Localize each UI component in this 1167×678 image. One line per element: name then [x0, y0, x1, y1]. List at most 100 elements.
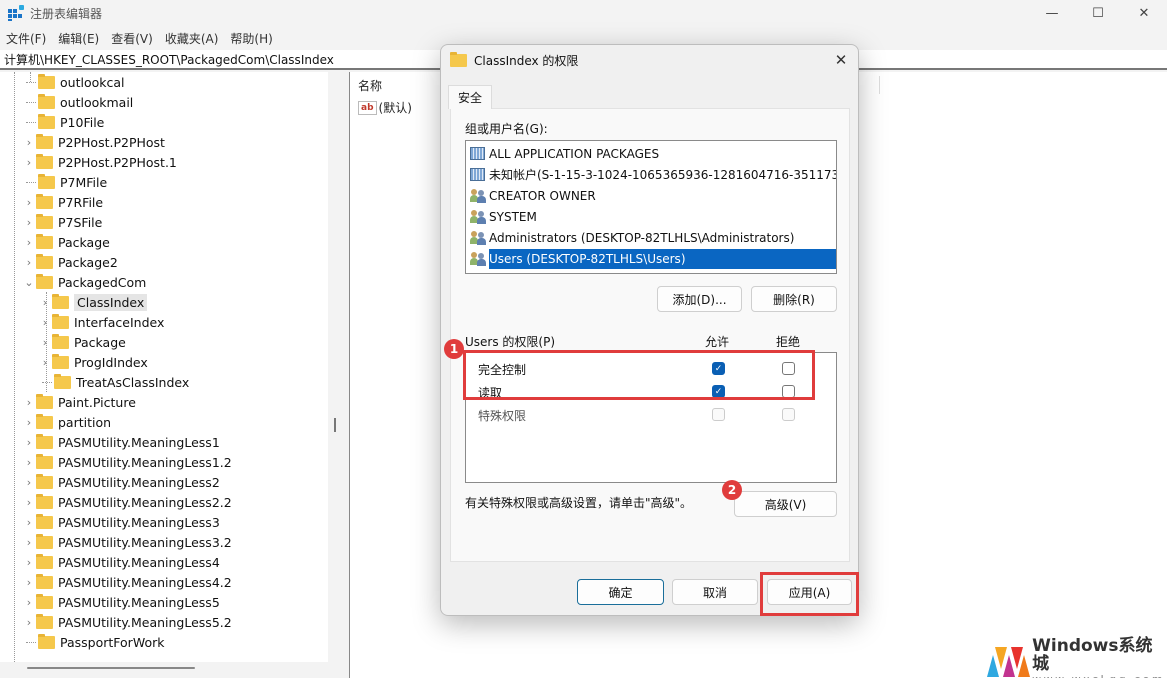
- ok-button[interactable]: 确定: [577, 579, 664, 605]
- group-or-user-label: 组或用户名(G):: [465, 122, 548, 136]
- chevron-right-icon[interactable]: ›: [38, 356, 52, 369]
- tab-security[interactable]: 安全: [448, 85, 492, 109]
- chevron-right-icon[interactable]: ›: [22, 396, 36, 409]
- user-list-item[interactable]: Users (DESKTOP-82TLHLS\Users): [470, 248, 836, 269]
- chevron-right-icon[interactable]: ›: [22, 496, 36, 509]
- tree-item[interactable]: P7MFile: [22, 172, 107, 192]
- chevron-right-icon[interactable]: ›: [38, 336, 52, 349]
- tree-item[interactable]: › Package: [38, 332, 126, 352]
- tree-item[interactable]: › PASMUtility.MeaningLess1: [22, 432, 220, 452]
- chevron-right-icon[interactable]: ›: [22, 576, 36, 589]
- dialog-close-button[interactable]: ✕: [830, 49, 852, 71]
- user-list-item[interactable]: SYSTEM: [470, 206, 836, 227]
- tree-item[interactable]: › PASMUtility.MeaningLess5: [22, 592, 220, 612]
- chevron-right-icon[interactable]: ›: [38, 296, 52, 309]
- tree-item-label: P7MFile: [60, 174, 108, 190]
- folder-icon: [52, 333, 69, 349]
- tree-item[interactable]: › P7SFile: [22, 212, 102, 232]
- user-name: Users (DESKTOP-82TLHLS\Users): [489, 248, 836, 269]
- tree-item[interactable]: › P7RFile: [22, 192, 103, 212]
- tree-item[interactable]: › Package2: [22, 252, 118, 272]
- tree-item[interactable]: › Paint.Picture: [22, 392, 136, 412]
- column-separator[interactable]: [879, 76, 880, 94]
- add-button[interactable]: 添加(D)...: [657, 286, 742, 312]
- tree-item[interactable]: outlookmail: [22, 92, 133, 112]
- address-path: 计算机\HKEY_CLASSES_ROOT\PackagedCom\ClassI…: [4, 52, 334, 67]
- chevron-right-icon[interactable]: ›: [22, 556, 36, 569]
- chevron-right-icon[interactable]: ›: [22, 416, 36, 429]
- chevron-right-icon[interactable]: ›: [22, 156, 36, 169]
- tree-item[interactable]: › PASMUtility.MeaningLess4: [22, 552, 220, 572]
- tree-item[interactable]: › ProgIdIndex: [38, 352, 148, 372]
- chevron-right-icon[interactable]: ›: [22, 136, 36, 149]
- tree-item[interactable]: P10File: [22, 112, 104, 132]
- chevron-right-icon[interactable]: ›: [22, 536, 36, 549]
- tree-item[interactable]: PassportForWork: [22, 632, 164, 652]
- tree-item[interactable]: › InterfaceIndex: [38, 312, 164, 332]
- chevron-right-icon[interactable]: ›: [22, 596, 36, 609]
- user-list-item[interactable]: 未知帐户(S-1-15-3-1024-1065365936-1281604716…: [470, 164, 836, 185]
- menu-help[interactable]: 帮助(H): [224, 30, 278, 47]
- maximize-button[interactable]: ☐: [1075, 0, 1121, 26]
- chevron-right-icon[interactable]: ›: [22, 216, 36, 229]
- tree-item[interactable]: › partition: [22, 412, 111, 432]
- tree-item-label: Package: [74, 334, 126, 350]
- tree-item[interactable]: › PASMUtility.MeaningLess4.2: [22, 572, 232, 592]
- tree-connector: [26, 81, 36, 83]
- tree-item-label: PASMUtility.MeaningLess2.2: [58, 494, 232, 510]
- security-tab-panel: 组或用户名(G): ALL APPLICATION PACKAGES 未知帐户(S…: [450, 108, 850, 562]
- tree-item[interactable]: › P2PHost.P2PHost.1: [22, 152, 177, 172]
- user-name: CREATOR OWNER: [489, 188, 596, 203]
- close-button[interactable]: ✕: [1121, 0, 1167, 26]
- tree-item[interactable]: TreatAsClassIndex: [38, 372, 189, 392]
- minimize-button[interactable]: —: [1029, 0, 1075, 26]
- chevron-down-icon[interactable]: ⌄: [22, 276, 36, 289]
- package-icon: [470, 168, 485, 181]
- tree-item[interactable]: › PASMUtility.MeaningLess5.2: [22, 612, 232, 632]
- tree-item[interactable]: › Package: [22, 232, 110, 252]
- chevron-right-icon[interactable]: ›: [38, 316, 52, 329]
- folder-icon: [36, 553, 53, 569]
- deny-header: 拒绝: [776, 335, 801, 349]
- user-list-item[interactable]: ALL APPLICATION PACKAGES: [470, 143, 836, 164]
- menu-file[interactable]: 文件(F): [0, 30, 52, 47]
- tree-item[interactable]: outlookcal: [22, 72, 124, 92]
- chevron-right-icon[interactable]: ›: [22, 516, 36, 529]
- tree-item[interactable]: › P2PHost.P2PHost: [22, 132, 165, 152]
- tree-item[interactable]: › PASMUtility.MeaningLess2.2: [22, 492, 232, 512]
- tree-item[interactable]: › PASMUtility.MeaningLess3.2: [22, 532, 232, 552]
- advanced-button[interactable]: 高级(V): [734, 491, 837, 517]
- tree-item[interactable]: › ClassIndex: [38, 292, 148, 312]
- menu-view[interactable]: 查看(V): [105, 30, 159, 47]
- remove-button[interactable]: 删除(R): [751, 286, 837, 312]
- users-list[interactable]: ALL APPLICATION PACKAGES 未知帐户(S-1-15-3-10…: [465, 140, 837, 274]
- tree-horizontal-scrollbar[interactable]: [0, 662, 348, 678]
- user-list-item[interactable]: CREATOR OWNER: [470, 185, 836, 206]
- tree-item[interactable]: › PASMUtility.MeaningLess2: [22, 472, 220, 492]
- cancel-button[interactable]: 取消: [672, 579, 758, 605]
- pane-splitter[interactable]: [334, 418, 336, 432]
- value-row[interactable]: ab (默认): [358, 99, 412, 116]
- chevron-right-icon[interactable]: ›: [22, 456, 36, 469]
- menu-edit[interactable]: 编辑(E): [52, 30, 105, 47]
- tree-item[interactable]: › PASMUtility.MeaningLess1.2: [22, 452, 232, 472]
- tree-item[interactable]: › PASMUtility.MeaningLess3: [22, 512, 220, 532]
- tree-item-label: Package: [58, 234, 110, 250]
- scrollbar-thumb[interactable]: [27, 667, 195, 669]
- registry-key-tree[interactable]: outlookcal outlookmail P10File › P2PHost.P2P…: [0, 72, 328, 662]
- chevron-right-icon[interactable]: ›: [22, 476, 36, 489]
- chevron-right-icon[interactable]: ›: [22, 256, 36, 269]
- user-list-item[interactable]: Administrators (DESKTOP-82TLHLS\Administ…: [470, 227, 836, 248]
- tree-connector: [26, 121, 36, 123]
- user-name: Administrators (DESKTOP-82TLHLS\Administ…: [489, 230, 795, 245]
- menu-favorites[interactable]: 收藏夹(A): [159, 30, 225, 47]
- chevron-right-icon[interactable]: ›: [22, 236, 36, 249]
- chevron-right-icon[interactable]: ›: [22, 616, 36, 629]
- tree-item-label: P2PHost.P2PHost.1: [58, 154, 177, 170]
- value-name: (默认): [378, 101, 412, 115]
- tree-item-label: partition: [58, 414, 112, 430]
- column-header-name[interactable]: 名称: [358, 77, 382, 94]
- tree-item[interactable]: ⌄ PackagedCom: [22, 272, 146, 292]
- chevron-right-icon[interactable]: ›: [22, 196, 36, 209]
- chevron-right-icon[interactable]: ›: [22, 436, 36, 449]
